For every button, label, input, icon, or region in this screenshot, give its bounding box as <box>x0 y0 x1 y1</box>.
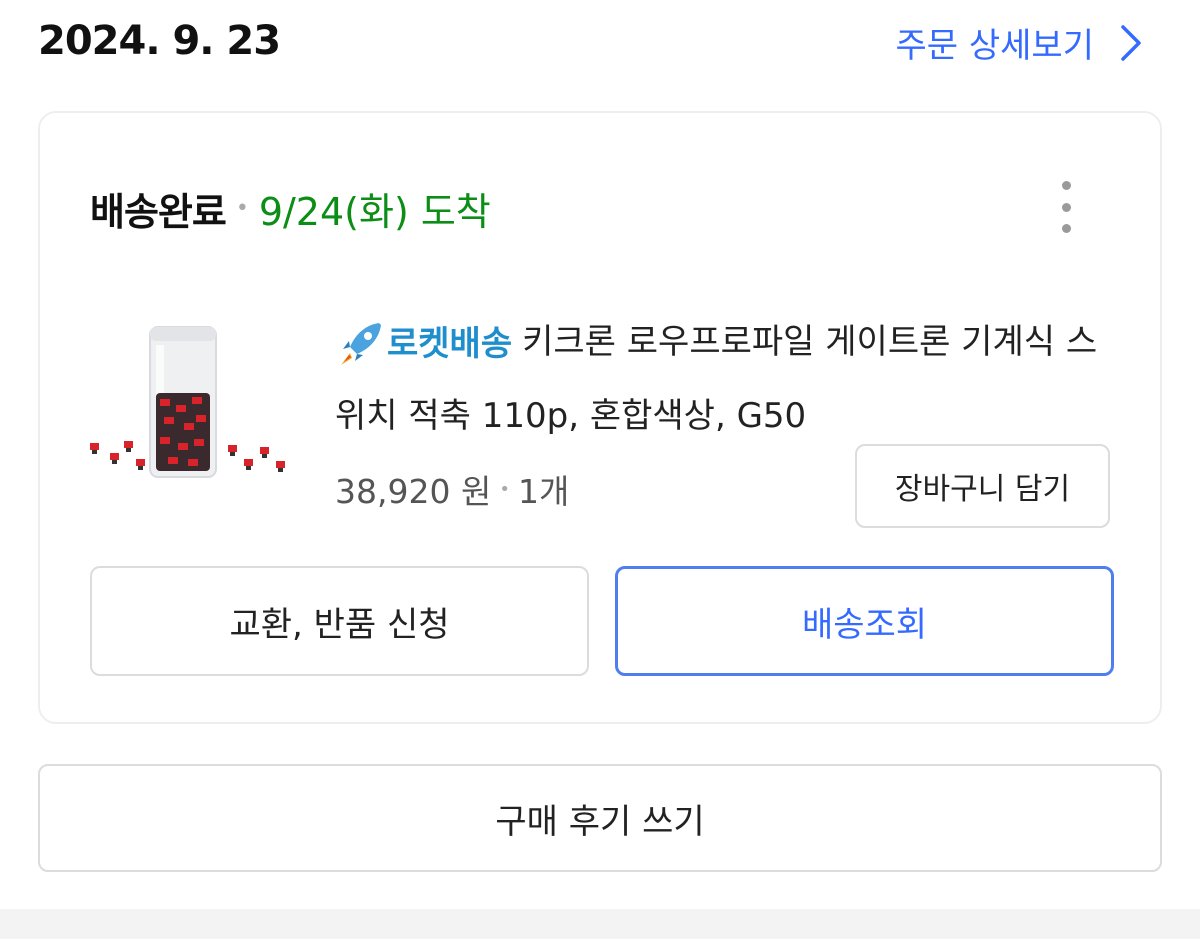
more-vertical-icon <box>1061 181 1071 190</box>
order-card: 배송완료 • 9/24(화) 도착 로켓배송 키크론 로우프로파일 게이트론 기… <box>38 111 1162 724</box>
product-price: 38,920 원 <box>335 472 492 511</box>
rocket-icon <box>341 322 381 365</box>
arrival-date: 9/24(화) 도착 <box>258 190 491 234</box>
order-detail-link[interactable]: 주문 상세보기 <box>896 18 1143 67</box>
chevron-right-icon <box>1121 24 1141 61</box>
order-action-buttons: 교환, 반품 신청 배송조회 <box>90 566 1114 676</box>
rocket-delivery-label: 로켓배송 <box>387 323 513 364</box>
add-to-cart-button[interactable]: 장바구니 담기 <box>855 444 1110 528</box>
separator-dot: • <box>499 478 510 500</box>
delivery-status-row: 배송완료 • 9/24(화) 도착 <box>90 181 491 236</box>
separator-dot: • <box>235 196 249 221</box>
rocket-delivery-badge: 로켓배송 <box>335 308 522 380</box>
order-date: 2024. 9. 23 <box>38 18 281 64</box>
product-title[interactable]: 로켓배송 키크론 로우프로파일 게이트론 기계식 스위치 적축 110p, 혼합… <box>335 306 1125 452</box>
order-detail-label: 주문 상세보기 <box>895 26 1095 66</box>
order-list-page: 2024. 9. 23 주문 상세보기 배송완료 • 9/24(화) 도착 로켓… <box>0 0 1200 939</box>
product-quantity: 1개 <box>517 472 570 511</box>
section-divider <box>0 909 1200 939</box>
price-row: 38,920 원 • 1개 <box>335 465 569 513</box>
track-delivery-button[interactable]: 배송조회 <box>615 566 1114 676</box>
exchange-return-button[interactable]: 교환, 반품 신청 <box>90 566 589 676</box>
write-review-button[interactable]: 구매 후기 쓰기 <box>38 764 1162 872</box>
delivery-status: 배송완료 <box>90 190 227 234</box>
more-options-button[interactable] <box>1052 181 1080 233</box>
product-thumbnail[interactable] <box>88 313 288 503</box>
